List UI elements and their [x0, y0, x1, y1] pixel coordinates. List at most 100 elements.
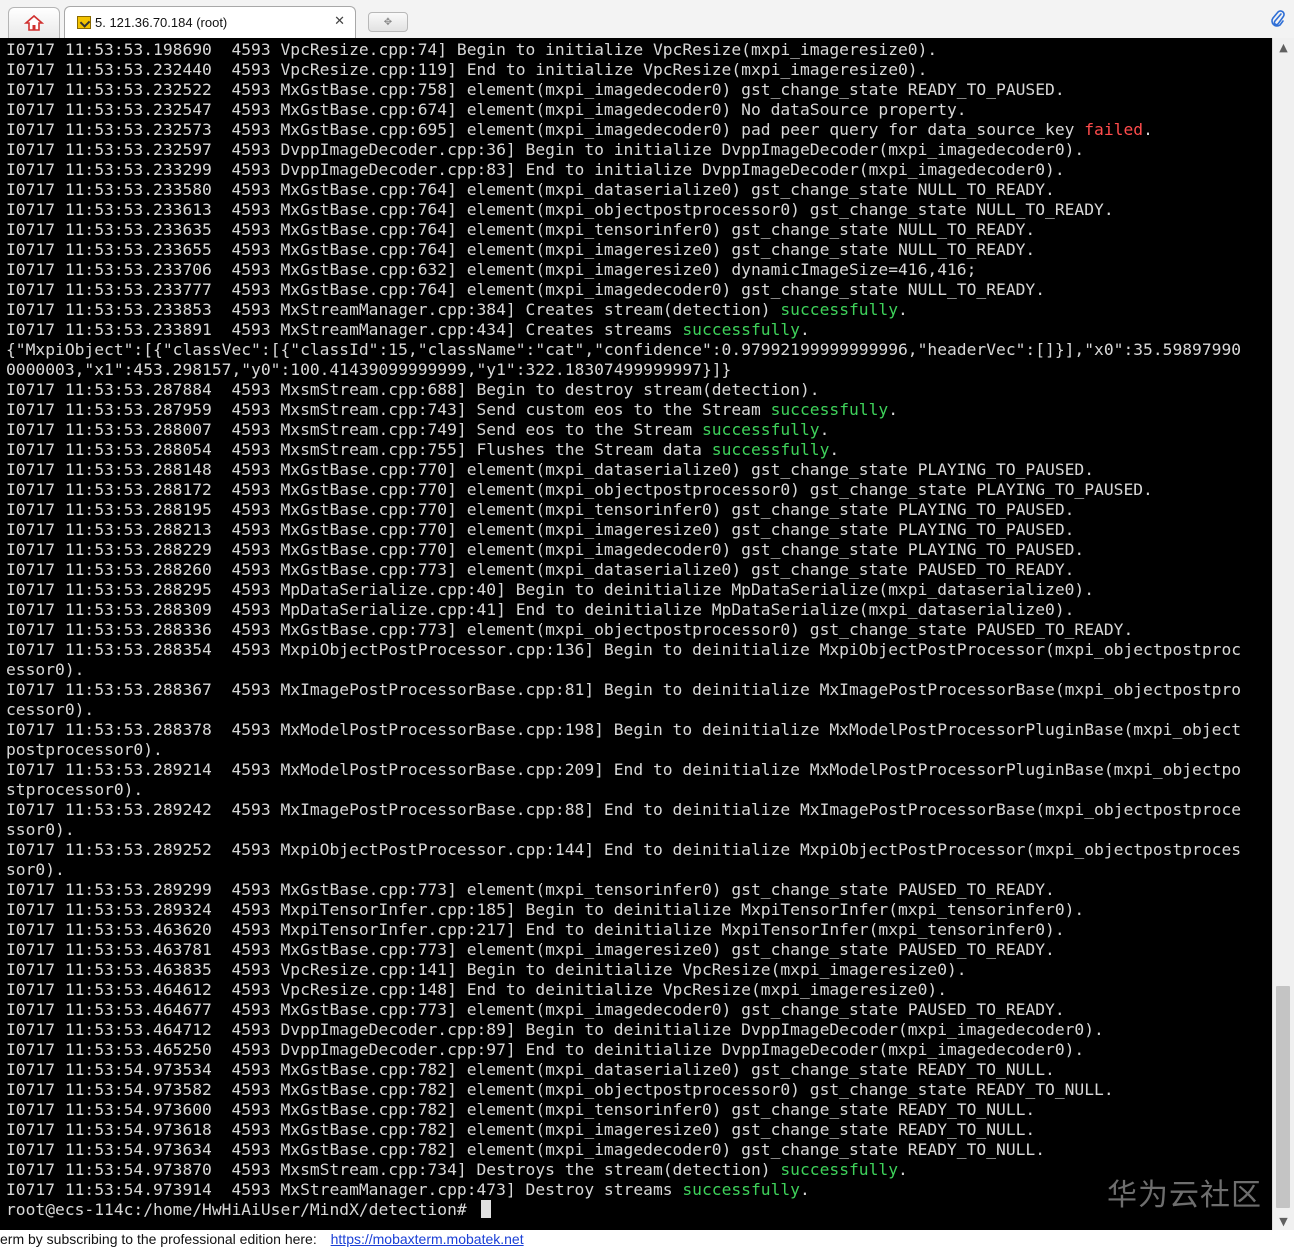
log-text: I0717 11:53:53.288148 4593 MxGstBase.cpp… — [6, 460, 1095, 479]
terminal-line: I0717 11:53:53.289214 4593 MxModelPostPr… — [6, 760, 1272, 780]
success-text: successfully — [701, 420, 820, 439]
terminal-line: I0717 11:53:53.464712 4593 DvppImageDeco… — [6, 1020, 1272, 1040]
terminal-line: I0717 11:53:53.232597 4593 DvppImageDeco… — [6, 140, 1272, 160]
success-text: successfully — [682, 320, 800, 339]
log-text: I0717 11:53:53.288195 4593 MxGstBase.cpp… — [6, 500, 1075, 519]
log-text: {"MxpiObject":[{"classVec":[{"classId":1… — [6, 340, 1242, 359]
terminal-line: sor0). — [6, 860, 1272, 880]
home-tab[interactable] — [8, 7, 60, 38]
terminal-line: I0717 11:53:53.233777 4593 MxGstBase.cpp… — [6, 280, 1272, 300]
paperclip-icon[interactable] — [1268, 9, 1288, 29]
scroll-thumb[interactable] — [1276, 986, 1290, 1208]
log-text: I0717 11:53:53.233613 4593 MxGstBase.cpp… — [6, 200, 1114, 219]
log-text: I0717 11:53:53.289214 4593 MxModelPostPr… — [6, 760, 1242, 779]
terminal-line: I0717 11:53:53.289324 4593 MxpiTensorInf… — [6, 900, 1272, 920]
terminal-line: I0717 11:53:53.288054 4593 MxsmStream.cp… — [6, 440, 1272, 460]
terminal-line: I0717 11:53:53.463835 4593 VpcResize.cpp… — [6, 960, 1272, 980]
terminal-line: I0717 11:53:53.288195 4593 MxGstBase.cpp… — [6, 500, 1272, 520]
terminal-line: I0717 11:53:53.233635 4593 MxGstBase.cpp… — [6, 220, 1272, 240]
log-text: I0717 11:53:53.288172 4593 MxGstBase.cpp… — [6, 480, 1153, 499]
terminal-line: I0717 11:53:53.464612 4593 VpcResize.cpp… — [6, 980, 1272, 1000]
log-text: I0717 11:53:53.465250 4593 DvppImageDeco… — [6, 1040, 1085, 1059]
log-text: I0717 11:53:54.973582 4593 MxGstBase.cpp… — [6, 1080, 1114, 1099]
terminal-line: I0717 11:53:53.288354 4593 MxpiObjectPos… — [6, 640, 1272, 660]
log-text: I0717 11:53:53.233655 4593 MxGstBase.cpp… — [6, 240, 1036, 259]
terminal-line: I0717 11:53:53.288229 4593 MxGstBase.cpp… — [6, 540, 1272, 560]
log-text: I0717 11:53:53.233706 4593 MxGstBase.cpp… — [6, 260, 977, 279]
terminal-line: {"MxpiObject":[{"classVec":[{"classId":1… — [6, 340, 1272, 360]
log-text: I0717 11:53:53.464677 4593 MxGstBase.cpp… — [6, 1000, 1065, 1019]
close-tab-icon[interactable]: ✕ — [334, 14, 345, 29]
terminal-line: I0717 11:53:53.288172 4593 MxGstBase.cpp… — [6, 480, 1272, 500]
log-text: I0717 11:53:53.233635 4593 MxGstBase.cpp… — [6, 220, 1036, 239]
new-tab-button[interactable]: ✥ — [368, 12, 408, 32]
log-text: . — [1143, 120, 1153, 139]
terminal-line: I0717 11:53:53.232440 4593 VpcResize.cpp… — [6, 60, 1272, 80]
log-text: I0717 11:53:53.288309 4593 MpDataSeriali… — [6, 600, 1075, 619]
terminal-line: I0717 11:53:53.288148 4593 MxGstBase.cpp… — [6, 460, 1272, 480]
log-text: . — [898, 300, 908, 319]
success-text: successfully — [780, 1160, 899, 1179]
terminal-line: I0717 11:53:53.288295 4593 MpDataSeriali… — [6, 580, 1272, 600]
log-text: . — [888, 400, 899, 419]
log-text: I0717 11:53:53.464712 4593 DvppImageDeco… — [6, 1020, 1104, 1039]
log-text: . — [829, 440, 840, 459]
log-text: essor0). — [6, 660, 85, 679]
log-text: I0717 11:53:53.287884 4593 MxsmStream.cp… — [6, 380, 820, 399]
mobaxterm-link[interactable]: https://mobaxterm.mobatek.net — [331, 1231, 524, 1247]
log-text: I0717 11:53:53.289252 4593 MxpiObjectPos… — [6, 840, 1242, 859]
terminal-line: I0717 11:53:53.232573 4593 MxGstBase.cpp… — [6, 120, 1272, 140]
log-text: cessor0). — [6, 700, 95, 719]
terminal-session-icon — [77, 16, 91, 29]
terminal-line: I0717 11:53:53.465250 4593 DvppImageDeco… — [6, 1040, 1272, 1060]
terminal-line: cessor0). — [6, 700, 1272, 720]
terminal-line: I0717 11:53:53.198690 4593 VpcResize.cpp… — [6, 40, 1272, 60]
log-text: I0717 11:53:53.288354 4593 MxpiObjectPos… — [6, 640, 1242, 659]
vertical-scrollbar[interactable]: ▲ ▼ — [1272, 38, 1294, 1230]
log-text: I0717 11:53:53.288367 4593 MxImagePostPr… — [6, 680, 1242, 699]
terminal-line: ssor0). — [6, 820, 1272, 840]
status-text: erm by subscribing to the professional e… — [0, 1231, 317, 1247]
terminal-line: I0717 11:53:53.233853 4593 MxStreamManag… — [6, 300, 1272, 320]
log-text: I0717 11:53:53.232522 4593 MxGstBase.cpp… — [6, 80, 1065, 99]
log-text: . — [819, 420, 830, 439]
session-tab[interactable]: 5. 121.36.70.184 (root) ✕ — [64, 6, 356, 38]
log-text: I0717 11:53:53.287959 4593 MxsmStream.cp… — [6, 400, 771, 419]
log-text: I0717 11:53:53.233853 4593 MxStreamManag… — [6, 300, 781, 319]
terminal-line: postprocessor0). — [6, 740, 1272, 760]
log-text: I0717 11:53:53.288054 4593 MxsmStream.cp… — [6, 440, 712, 459]
terminal-line: I0717 11:53:54.973600 4593 MxGstBase.cpp… — [6, 1100, 1272, 1120]
home-icon — [24, 14, 44, 31]
scroll-down-icon[interactable]: ▼ — [1273, 1212, 1294, 1230]
watermark: 华为云社区 — [1107, 1178, 1262, 1213]
log-text: postprocessor0). — [6, 740, 163, 759]
terminal-line: I0717 11:53:53.233655 4593 MxGstBase.cpp… — [6, 240, 1272, 260]
log-text: 0000003,"x1":453.298157,"y0":100.4143909… — [6, 360, 732, 379]
success-text: successfully — [682, 1180, 800, 1199]
tab-bar: 5. 121.36.70.184 (root) ✕ ✥ — [0, 0, 1294, 39]
log-text: . — [898, 1160, 908, 1179]
text-cursor — [480, 1200, 491, 1218]
scroll-up-icon[interactable]: ▲ — [1273, 38, 1294, 56]
terminal-line: I0717 11:53:53.288367 4593 MxImagePostPr… — [6, 680, 1272, 700]
terminal-line: I0717 11:53:53.289299 4593 MxGstBase.cpp… — [6, 880, 1272, 900]
log-text: . — [800, 1180, 810, 1199]
terminal-line: I0717 11:53:53.287959 4593 MxsmStream.cp… — [6, 400, 1272, 420]
log-text: I0717 11:53:53.233891 4593 MxStreamManag… — [6, 320, 683, 339]
terminal-line: I0717 11:53:53.233891 4593 MxStreamManag… — [6, 320, 1272, 340]
terminal-line: I0717 11:53:53.289252 4593 MxpiObjectPos… — [6, 840, 1272, 860]
terminal-line: I0717 11:53:53.233613 4593 MxGstBase.cpp… — [6, 200, 1272, 220]
log-text: I0717 11:53:54.973870 4593 MxsmStream.cp… — [6, 1160, 781, 1179]
log-text: I0717 11:53:53.289242 4593 MxImagePostPr… — [6, 800, 1242, 819]
terminal-line: essor0). — [6, 660, 1272, 680]
terminal-line: I0717 11:53:54.973582 4593 MxGstBase.cpp… — [6, 1080, 1272, 1100]
log-text: I0717 11:53:53.463620 4593 MxpiTensorInf… — [6, 920, 1065, 939]
terminal-line: stprocessor0). — [6, 780, 1272, 800]
terminal-output[interactable]: I0717 11:53:53.198690 4593 VpcResize.cpp… — [0, 38, 1272, 1230]
terminal-line: I0717 11:53:53.233706 4593 MxGstBase.cpp… — [6, 260, 1272, 280]
log-text: I0717 11:53:53.198690 4593 VpcResize.cpp… — [6, 40, 938, 59]
shell-prompt[interactable]: root@ecs-114c:/home/HwHiAiUser/MindX/det… — [6, 1200, 1272, 1220]
log-text: sor0). — [6, 860, 65, 879]
terminal-line: I0717 11:53:53.232522 4593 MxGstBase.cpp… — [6, 80, 1272, 100]
terminal-line: I0717 11:53:54.973618 4593 MxGstBase.cpp… — [6, 1120, 1272, 1140]
